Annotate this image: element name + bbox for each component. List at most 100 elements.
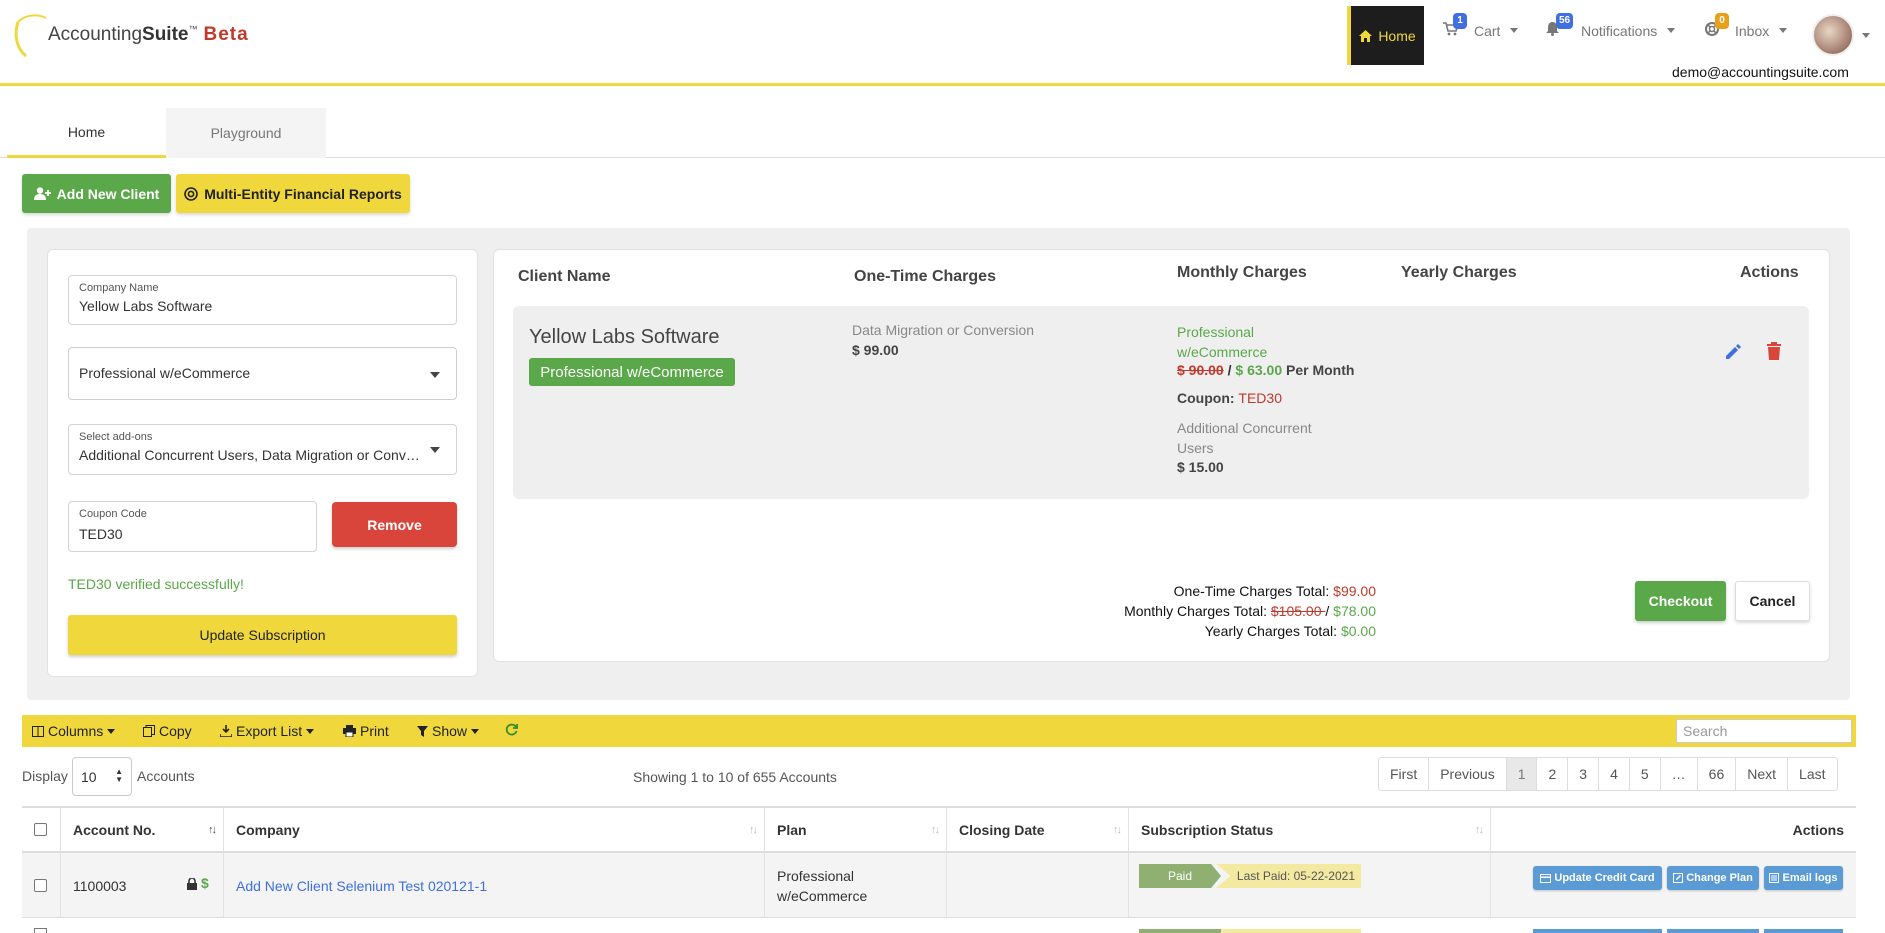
nav-cart[interactable]: 1 Cart <box>1443 13 1519 39</box>
page-length-select[interactable]: 10 ▲ ▼ <box>72 757 132 796</box>
page-first[interactable]: First <box>1379 758 1430 790</box>
cart-badge: 1 <box>1453 13 1467 29</box>
th-company[interactable]: Company ↑↓ <box>224 808 765 851</box>
change-plan-button[interactable] <box>1667 929 1759 933</box>
yearly-total-label: Yearly Charges Total: <box>1204 623 1341 639</box>
chevron-down-icon <box>107 728 116 734</box>
download-icon <box>220 725 232 737</box>
copy-button[interactable]: Copy <box>143 723 192 739</box>
columns-label: Columns <box>48 723 104 739</box>
chevron-down-icon <box>1510 28 1519 33</box>
onetime-total-label: One-Time Charges Total: <box>1173 583 1334 599</box>
remove-coupon-button[interactable]: Remove <box>332 502 457 547</box>
onetime-item-name: Data Migration or Conversion <box>852 322 1035 338</box>
chevron-down-icon <box>430 447 440 453</box>
display-label: Display <box>22 768 68 784</box>
page-2[interactable]: 2 <box>1537 758 1569 790</box>
show-filter-button[interactable]: Show <box>417 723 480 739</box>
update-credit-card-button[interactable] <box>1533 929 1662 933</box>
change-plan-button[interactable]: Change Plan <box>1667 866 1759 890</box>
table-search-input[interactable]: Search <box>1676 719 1852 743</box>
row-checkbox[interactable] <box>34 928 47 933</box>
select-all-checkbox[interactable] <box>34 823 47 836</box>
th-company-label: Company <box>236 821 300 838</box>
refresh-button[interactable] <box>505 723 518 736</box>
coupon-code-field[interactable]: Coupon Code TED30 <box>68 501 317 552</box>
update-credit-card-button[interactable]: Update Credit Card <box>1533 866 1662 890</box>
columns-button[interactable]: Columns <box>32 723 116 739</box>
th-closing-date-label: Closing Date <box>959 821 1045 838</box>
monthly-separator: / <box>1223 362 1236 378</box>
brand-logo[interactable]: AccountingSuite™ Beta <box>12 12 252 58</box>
page-next[interactable]: Next <box>1736 758 1789 790</box>
addon-name: Additional Concurrent Users <box>1177 418 1312 458</box>
edit-square-icon <box>1673 873 1684 883</box>
plan-select-value: Professional w/eCommerce <box>79 365 251 381</box>
summary-coupon-value: TED30 <box>1238 390 1282 406</box>
addons-select[interactable]: Select add-ons Additional Concurrent Use… <box>68 424 457 475</box>
sort-icon: ↑↓ <box>749 824 758 836</box>
chevron-down-icon <box>430 372 440 378</box>
coupon-verified-message: TED30 verified successfully! <box>68 576 244 592</box>
dollar-icon: $ <box>201 875 209 891</box>
tab-home[interactable]: Home <box>7 108 166 158</box>
company-name-value: Yellow Labs Software <box>79 298 213 314</box>
col-actions: Actions <box>1740 264 1799 281</box>
row-select-cell <box>22 853 61 918</box>
trash-icon[interactable] <box>1766 342 1782 363</box>
email-logs-button[interactable]: Email logs <box>1764 866 1843 890</box>
add-new-client-button[interactable]: Add New Client <box>22 174 171 213</box>
pagination: First Previous 1 2 3 4 5 … 66 Next Last <box>1378 757 1838 791</box>
chevron-down-icon[interactable] <box>1862 33 1870 38</box>
th-account-no[interactable]: Account No. ↑↓ <box>61 808 224 851</box>
col-monthly-charges: Monthly Charges <box>1177 264 1307 281</box>
page-1[interactable]: 1 <box>1506 758 1538 790</box>
accounts-table-header: Account No. ↑↓ Company ↑↓ Plan ↑↓ Closing D… <box>22 806 1856 853</box>
summary-plan-pill: Professional w/eCommerce <box>529 358 735 386</box>
row-checkbox[interactable] <box>34 879 47 892</box>
page-last[interactable]: Last <box>1788 758 1836 790</box>
page-3[interactable]: 3 <box>1568 758 1600 790</box>
company-link[interactable]: Add New Client Selenium Test 020121-1 <box>236 878 487 894</box>
cancel-button[interactable]: Cancel <box>1735 581 1810 621</box>
logo-swoosh-icon <box>14 14 47 58</box>
print-button[interactable]: Print <box>343 723 389 739</box>
avatar[interactable] <box>1812 14 1854 56</box>
page-previous[interactable]: Previous <box>1429 758 1507 790</box>
email-logs-button[interactable] <box>1764 929 1843 933</box>
th-subscription-status[interactable]: Subscription Status ↑↓ <box>1129 808 1491 851</box>
chevron-down-icon <box>1667 28 1676 33</box>
page-5[interactable]: 5 <box>1630 758 1661 790</box>
edit-pencil-icon[interactable] <box>1724 343 1742 364</box>
sort-icon: ↑↓ <box>1475 824 1484 836</box>
col-yearly-charges: Yearly Charges <box>1401 264 1517 281</box>
user-email: demo@accountingsuite.com <box>1672 64 1849 80</box>
company-name-field[interactable]: Company Name Yellow Labs Software <box>68 275 457 325</box>
nav-inbox[interactable]: 0 Inbox <box>1705 13 1788 39</box>
multi-entity-reports-button[interactable]: Multi-Entity Financial Reports <box>176 174 410 213</box>
tab-playground[interactable]: Playground <box>166 108 326 158</box>
update-subscription-button[interactable]: Update Subscription <box>68 615 457 655</box>
th-closing-date[interactable]: Closing Date ↑↓ <box>947 808 1129 851</box>
nav-notifications[interactable]: 56 Notifications <box>1546 13 1676 39</box>
addon-price: $ 15.00 <box>1177 459 1224 475</box>
cell-closing-date <box>947 853 1129 918</box>
checkout-button[interactable]: Checkout <box>1635 581 1726 621</box>
export-list-button[interactable]: Export List <box>220 723 315 739</box>
monthly-new-price: $ 63.00 <box>1235 362 1283 378</box>
coupon-code-label: Coupon Code <box>79 508 147 520</box>
nav-home[interactable]: Home <box>1347 6 1424 65</box>
monthly-plan-name-line1: Professional <box>1177 324 1255 340</box>
onetime-total-value: $99.00 <box>1333 583 1376 599</box>
log-icon <box>1769 873 1780 883</box>
chevron-down-icon <box>471 728 480 734</box>
th-plan[interactable]: Plan ↑↓ <box>765 808 947 851</box>
page-4[interactable]: 4 <box>1599 758 1630 790</box>
th-actions: Actions <box>1792 821 1844 838</box>
brand-name: AccountingSuite™ Beta <box>48 24 249 45</box>
page-66[interactable]: 66 <box>1698 758 1737 790</box>
plan-select[interactable]: Professional w/eCommerce <box>68 347 457 400</box>
show-filter-label: Show <box>432 723 468 739</box>
page-length-value: 10 <box>81 769 97 785</box>
addons-label: Select add-ons <box>79 431 153 443</box>
